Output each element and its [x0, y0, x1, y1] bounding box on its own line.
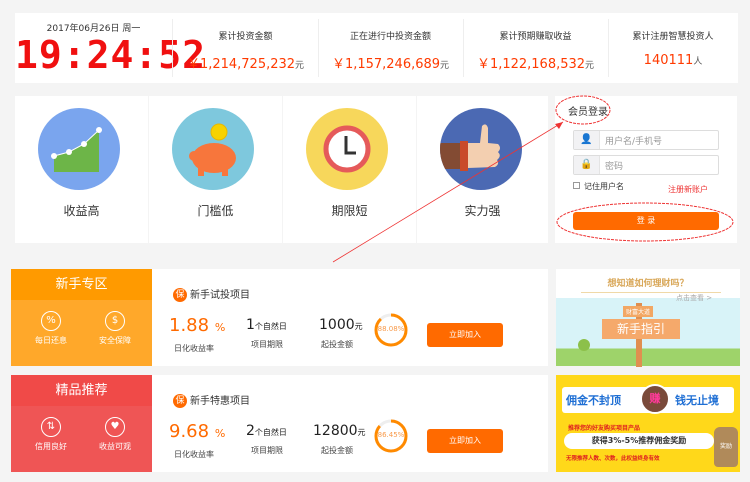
- stat-total-investment: 累计投资金额 ￥1,214,725,232元: [186, 32, 305, 72]
- min-amount: 12800元: [313, 423, 366, 439]
- thumbs-up-icon: [440, 108, 522, 190]
- guarantee-icon: 保: [173, 394, 187, 408]
- good-returns-badge: ♥ 收益可观: [85, 417, 145, 452]
- daily-rate: 9.68 %: [169, 421, 226, 442]
- stats-bar: 2017年06月26日 周一 19:24:52 累计投资金额 ￥1,214,725…: [15, 13, 738, 83]
- stat-expected-earnings: 累计预期赚取收益 ￥1,122,168,532元: [476, 32, 595, 72]
- product-card-featured: 精品推荐 ⇅ 信用良好 ♥ 收益可观 保新手特惠项目 9.68 % 日化收益率 2个…: [11, 375, 548, 472]
- guarantee-icon: 保: [173, 288, 187, 302]
- dollar-icon: $: [105, 311, 125, 331]
- user-icon: 👤: [574, 131, 600, 149]
- term-label: 项目期限: [251, 446, 283, 455]
- daily-rate: 1.88 %: [169, 315, 226, 336]
- rate-label: 日化收益率: [174, 450, 214, 459]
- remember-checkbox[interactable]: [573, 182, 580, 189]
- username-input[interactable]: 👤 用户名/手机号: [573, 130, 719, 150]
- term: 1个自然日: [246, 317, 287, 333]
- feature-short-term: 期限短: [283, 96, 416, 243]
- clock-icon: [306, 108, 388, 190]
- credit-icon: ⇅: [41, 417, 61, 437]
- password-input[interactable]: 🔒 密码: [573, 155, 719, 175]
- login-panel: 会员登录 👤 用户名/手机号 🔒 密码 记住用户名 注册新账户 登 录: [555, 96, 737, 243]
- good-credit-badge: ⇅ 信用良好: [21, 417, 81, 452]
- join-button[interactable]: 立即加入: [427, 429, 503, 453]
- min-label: 起投金额: [321, 340, 353, 349]
- daily-interest-badge: % 每日还息: [21, 311, 81, 346]
- rate-label: 日化收益率: [174, 344, 214, 353]
- feature-high-yield: 收益高: [15, 96, 148, 243]
- remember-label: 记住用户名: [584, 182, 624, 191]
- stat-registered-investors: 累计注册智慧投资人 140111人: [632, 32, 714, 68]
- security-badge: $ 安全保障: [85, 311, 145, 346]
- piggy-icon: ♥: [105, 417, 125, 437]
- min-label: 起投金额: [321, 446, 353, 455]
- percent-icon: %: [41, 311, 61, 331]
- lock-icon: 🔒: [574, 156, 600, 174]
- register-link[interactable]: 注册新账户: [668, 184, 708, 195]
- progress-ring: 88.08%: [373, 312, 409, 348]
- product-name[interactable]: 保新手特惠项目: [173, 392, 250, 408]
- join-button[interactable]: 立即加入: [427, 323, 503, 347]
- zone-newbie[interactable]: 新手专区 % 每日还息 $ 安全保障: [11, 269, 152, 366]
- term: 2个自然日: [246, 423, 287, 439]
- piggy-bank-icon: [172, 108, 254, 190]
- product-name[interactable]: 保新手试投项目: [173, 286, 250, 302]
- login-title: 会员登录: [568, 107, 608, 118]
- product-card-newbie: 新手专区 % 每日还息 $ 安全保障 保新手试投项目 1.88 % 日化收益率 1个…: [11, 269, 548, 366]
- min-amount: 1000元: [319, 317, 363, 333]
- login-button[interactable]: 登 录: [573, 212, 719, 230]
- referral-banner[interactable]: 佣金不封顶 赚 钱无止境 推荐您的好友购买项目产品 获得3%-5%推荐佣金奖励 …: [556, 375, 740, 472]
- stat-ongoing-investment: 正在进行中投资金额 ￥1,157,246,689元: [331, 32, 450, 72]
- term-label: 项目期限: [251, 340, 283, 349]
- feature-strong: 实力强: [417, 96, 548, 243]
- zone-featured[interactable]: 精品推荐 ⇅ 信用良好 ♥ 收益可观: [11, 375, 152, 472]
- newbie-guide-banner[interactable]: 想知道如何理财吗？ 点击查看 > 财富大道 新手指引: [556, 269, 740, 367]
- chart-growth-icon: [38, 108, 120, 190]
- digital-clock: 19:24:52: [15, 33, 207, 77]
- feature-low-threshold: 门槛低: [149, 96, 282, 243]
- progress-ring: 86.45%: [373, 418, 409, 454]
